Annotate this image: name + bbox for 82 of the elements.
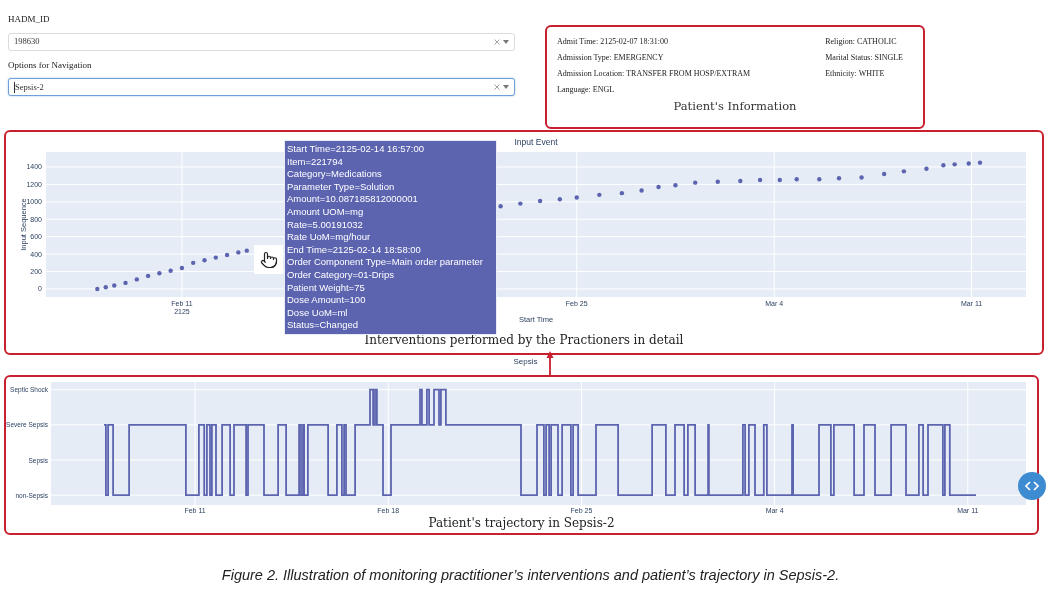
- data-point: [693, 180, 698, 185]
- tooltip-line: Patient Weight=75: [287, 281, 366, 295]
- data-point: [574, 195, 579, 200]
- tooltip-line: Parameter Type=Solution: [287, 180, 396, 194]
- tooltip-line: Amount=10.087185812000001: [287, 193, 419, 206]
- dropdown[interactable]: Sepsis-2: [8, 78, 515, 96]
- data-point: [103, 285, 108, 290]
- data-point: [836, 176, 842, 181]
- data-point: [966, 161, 971, 166]
- caret-icon[interactable]: [503, 39, 509, 44]
- chart-caption: Interventions performed by the Practioners in detail: [364, 332, 684, 348]
- data-point: [941, 163, 946, 168]
- text-cursor: [14, 81, 15, 93]
- data-point: [817, 177, 822, 182]
- clear-icon[interactable]: [494, 38, 500, 45]
- clear-icon[interactable]: [494, 84, 500, 90]
- data-point: [952, 162, 957, 167]
- data-point: [901, 169, 907, 174]
- data-point: [168, 268, 173, 273]
- caret-icon[interactable]: [503, 85, 509, 89]
- data-point: [881, 171, 887, 177]
- chart-caption: Patient's trajectory in Sepsis-2: [428, 516, 615, 531]
- data-point: [134, 277, 139, 282]
- data-point: [673, 183, 678, 188]
- tooltip-line: Dose Amount=100: [287, 294, 367, 307]
- data-point: [537, 198, 543, 204]
- tooltip-line: Dose UoM=ml: [287, 306, 349, 320]
- data-point: [777, 177, 782, 183]
- info-text: Marital Status: SINGLE: [825, 53, 903, 63]
- data-point: [95, 286, 100, 292]
- data-point: [145, 273, 151, 279]
- dropdown-value: 198630: [14, 35, 40, 48]
- data-point: [859, 175, 864, 180]
- tooltip-line: Amount UOM=mg: [287, 205, 365, 219]
- data-point: [794, 177, 799, 182]
- info-text: Admission Type: EMERGENCY: [557, 53, 665, 63]
- tooltip-line: Rate=5.00191032: [287, 218, 364, 232]
- data-point: [738, 178, 743, 184]
- field-label: HADM_ID: [8, 13, 51, 26]
- data-point: [112, 283, 117, 288]
- data-point: [639, 188, 644, 193]
- data-point: [213, 255, 218, 260]
- data-point: [757, 177, 763, 183]
- data-point: [202, 258, 207, 263]
- chart-title: Sepsis: [513, 356, 538, 368]
- data-point: [924, 166, 929, 171]
- info-text: Ethnicity: WHITE: [825, 69, 886, 79]
- chevrons-icon: [1025, 481, 1039, 491]
- tooltip-line: Start Time=2125-02-14 16:57:00: [287, 143, 426, 156]
- figure-caption: Figure 2. Illustration of monitoring practitioner’s interventions and patient’s trajectory in Sepsis-2.: [221, 566, 840, 585]
- tooltip-line: Order Component Type=Main order parameter: [287, 256, 484, 269]
- data-point: [224, 252, 230, 258]
- data-point: [179, 265, 185, 271]
- chart-title: Input Event: [514, 137, 558, 147]
- tooltip-line: Status=Changed: [287, 319, 360, 332]
- field-label: Options for Navigation: [8, 58, 93, 72]
- info-text: Admit Time: 2125-02-07 18:31:00: [557, 37, 669, 47]
- data-point: [557, 197, 563, 202]
- info-text: Religion: CATHOLIC: [825, 37, 898, 47]
- info-text: Language: ENGL: [557, 85, 616, 95]
- dropdown[interactable]: 198630: [8, 32, 515, 51]
- data-point: [619, 190, 625, 196]
- data-point: [715, 179, 720, 184]
- panel-title: Patient's Information: [673, 98, 797, 115]
- data-point: [518, 201, 523, 206]
- tooltip-line: Category=Medications: [287, 168, 383, 181]
- data-point: [656, 184, 661, 190]
- data-point: [191, 260, 196, 266]
- info-text: Admission Location: TRANSFER FROM HOSP/EXTRAM: [557, 69, 751, 79]
- data-point: [597, 192, 602, 198]
- tooltip-line: End Time=2125-02-14 18:58:00: [287, 243, 422, 257]
- data-point: [236, 250, 241, 255]
- scroll-toggle-button[interactable]: [1018, 472, 1046, 500]
- tooltip-line: Item=221794: [287, 155, 344, 169]
- dropdown-value: Sepsis-2: [15, 80, 44, 94]
- data-point: [977, 160, 983, 165]
- data-point: [157, 271, 162, 276]
- data-point: [498, 204, 503, 209]
- data-point: [123, 280, 128, 286]
- tooltip-line: Rate UoM=mg/hour: [287, 231, 372, 244]
- tooltip-line: Order Category=01-Drips: [287, 268, 395, 282]
- data-point: [244, 248, 249, 253]
